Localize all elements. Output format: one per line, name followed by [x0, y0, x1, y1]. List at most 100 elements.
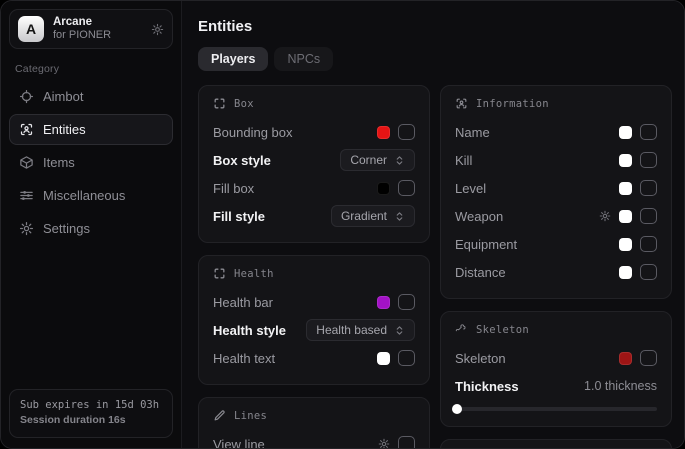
color-swatch[interactable]	[619, 154, 632, 167]
sidebar-item-settings[interactable]: Settings	[9, 213, 173, 244]
color-swatch[interactable]	[377, 182, 390, 195]
color-swatch[interactable]	[377, 296, 390, 309]
category-label: Category	[15, 63, 167, 75]
skeleton-card-header: Skeleton	[455, 323, 657, 336]
tab-players[interactable]: Players	[198, 47, 268, 71]
row-label: Weapon	[455, 209, 503, 224]
fill-box-checkbox[interactable]	[398, 180, 415, 196]
sidebar-item-label: Miscellaneous	[43, 188, 125, 203]
sidebar-nav: Aimbot Entities Items Miscellaneous	[9, 81, 173, 244]
bone-icon	[455, 323, 468, 336]
thickness-slider[interactable]	[455, 404, 657, 414]
fill-style-dropdown[interactable]: Gradient	[331, 205, 415, 227]
gear-icon	[19, 221, 34, 236]
color-swatch[interactable]	[377, 352, 390, 365]
sidebar-item-aimbot[interactable]: Aimbot	[9, 81, 173, 112]
color-swatch[interactable]	[377, 126, 390, 139]
tab-npcs[interactable]: NPCs	[274, 47, 333, 71]
information-card-header: Information	[455, 97, 657, 110]
sidebar-item-items[interactable]: Items	[9, 147, 173, 178]
color-swatch[interactable]	[619, 210, 632, 223]
row-label: Fill style	[213, 209, 265, 224]
bounding-box-checkbox[interactable]	[398, 124, 415, 140]
person-scan-icon	[455, 97, 468, 110]
distance-row: Distance	[455, 258, 657, 286]
equipment-row: Equipment	[455, 230, 657, 258]
row-label: Health text	[213, 351, 275, 366]
box-style-dropdown[interactable]: Corner	[340, 149, 415, 171]
row-label: Name	[455, 125, 490, 140]
app-name: Arcane	[53, 16, 142, 29]
color-swatch[interactable]	[619, 238, 632, 251]
health-bar-checkbox[interactable]	[398, 294, 415, 310]
card-title: Health	[234, 268, 274, 280]
sidebar: A Arcane for PIONER Category Aimbot	[1, 1, 182, 448]
row-label: Distance	[455, 265, 506, 280]
sidebar-item-miscellaneous[interactable]: Miscellaneous	[9, 180, 173, 211]
color-swatch[interactable]	[619, 266, 632, 279]
row-settings-gear-icon[interactable]	[378, 438, 390, 448]
color-swatch[interactable]	[619, 352, 632, 365]
subscription-info-box: Sub expires in 15d 03h Session duration …	[9, 389, 173, 439]
sub-expiry-text: Sub expires in 15d 03h	[20, 398, 162, 414]
health-text-row: Health text	[213, 344, 415, 372]
level-row: Level	[455, 174, 657, 202]
distance-checkbox[interactable]	[640, 264, 657, 280]
weapon-checkbox[interactable]	[640, 208, 657, 224]
thickness-value: 1.0 thickness	[584, 379, 657, 393]
sliders-icon	[19, 188, 34, 203]
pencil-icon	[213, 409, 226, 422]
view-line-row: View line	[213, 430, 415, 448]
fill-style-row: Fill style Gradient	[213, 202, 415, 230]
slider-track	[455, 407, 657, 411]
card-title: Information	[476, 98, 549, 110]
view-line-checkbox[interactable]	[398, 436, 415, 448]
person-scan-icon	[19, 122, 34, 137]
sidebar-item-entities[interactable]: Entities	[9, 114, 173, 145]
row-label: Box style	[213, 153, 271, 168]
box-card: Box Bounding box Box style Corner	[198, 85, 430, 243]
frame-icon	[213, 267, 226, 280]
app-window: A Arcane for PIONER Category Aimbot	[0, 0, 685, 449]
app-logo: A	[18, 16, 44, 42]
color-swatch[interactable]	[619, 182, 632, 195]
skeleton-checkbox[interactable]	[640, 350, 657, 366]
health-style-dropdown[interactable]: Health based	[306, 319, 415, 341]
package-icon	[19, 155, 34, 170]
health-text-checkbox[interactable]	[398, 350, 415, 366]
health-card: Health Health bar Health style Health ba…	[198, 255, 430, 385]
chevrons-up-down-icon	[394, 325, 405, 336]
thickness-row: Thickness 1.0 thickness	[455, 372, 657, 400]
health-bar-row: Health bar	[213, 288, 415, 316]
skeleton-card: Skeleton Skeleton Thickness 1.0 thicknes…	[440, 311, 672, 427]
row-label: Thickness	[455, 379, 519, 394]
health-card-header: Health	[213, 267, 415, 280]
card-title: Skeleton	[476, 324, 529, 336]
card-title: Box	[234, 98, 254, 110]
lines-card-header: Lines	[213, 409, 415, 422]
lines-card: Lines View line Line to enemy	[198, 397, 430, 448]
frame-icon	[213, 97, 226, 110]
sidebar-item-label: Settings	[43, 221, 90, 236]
equipment-checkbox[interactable]	[640, 236, 657, 252]
settings-gear-icon[interactable]	[151, 23, 164, 36]
chevrons-up-down-icon	[394, 155, 405, 166]
row-settings-gear-icon[interactable]	[599, 210, 611, 222]
card-title: Lines	[234, 410, 267, 422]
crosshair-icon	[19, 89, 34, 104]
tab-bar: Players NPCs	[198, 47, 672, 71]
kill-row: Kill	[455, 146, 657, 174]
skeleton-row: Skeleton	[455, 344, 657, 372]
bounding-box-row: Bounding box	[213, 118, 415, 146]
kill-checkbox[interactable]	[640, 152, 657, 168]
slider-thumb[interactable]	[452, 404, 462, 414]
general-card: General Visibility check Max distance	[440, 439, 672, 448]
row-label: Equipment	[455, 237, 517, 252]
row-label: Skeleton	[455, 351, 506, 366]
name-checkbox[interactable]	[640, 124, 657, 140]
brand-card: A Arcane for PIONER	[9, 9, 173, 49]
color-swatch[interactable]	[619, 126, 632, 139]
level-checkbox[interactable]	[640, 180, 657, 196]
row-label: View line	[213, 437, 265, 449]
box-style-row: Box style Corner	[213, 146, 415, 174]
